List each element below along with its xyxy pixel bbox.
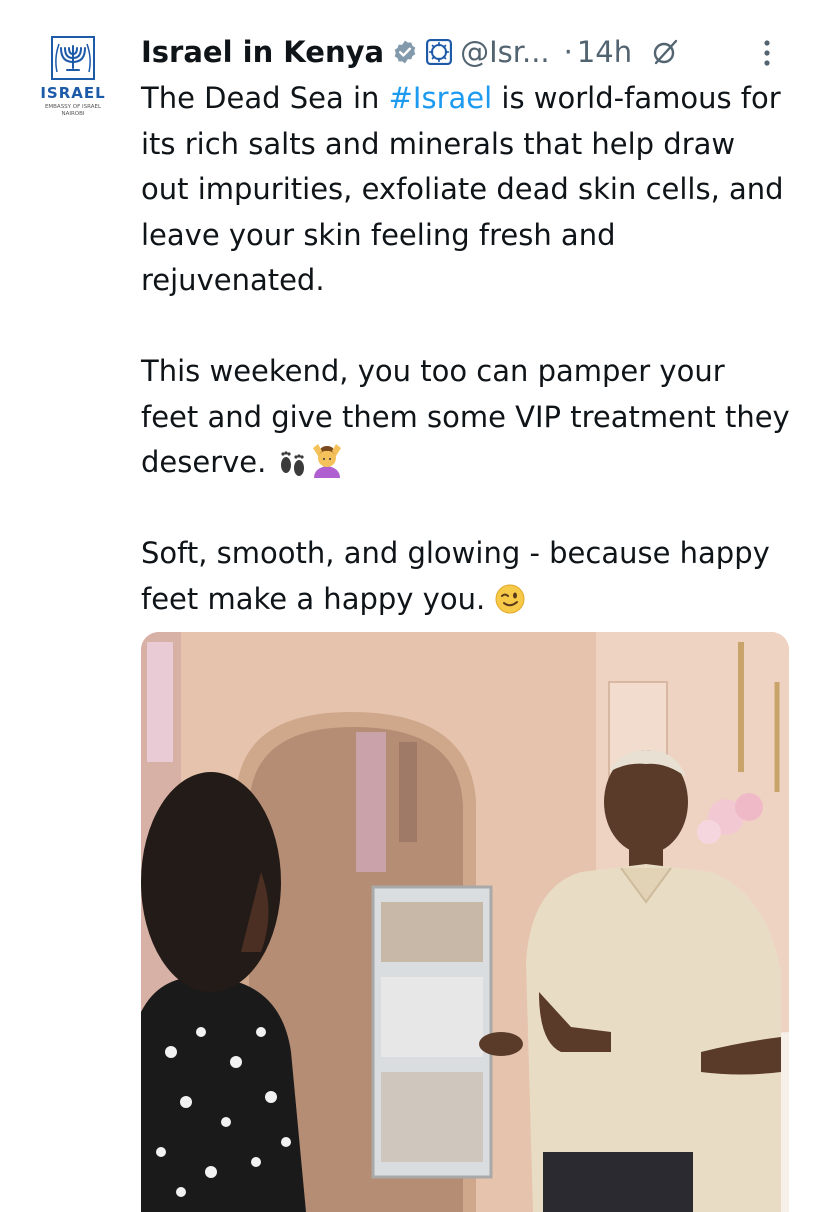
winking-face-emoji [495,584,525,613]
display-name[interactable]: Israel in Kenya [141,35,384,69]
tweet-paragraph-3: Soft, smooth, and glowing - because happ… [141,531,791,622]
footprints-emoji [280,451,304,476]
grok-icon[interactable] [650,37,680,67]
profile-avatar[interactable]: ISRAEL EMBASSY OF ISRAEL NAIROBI [28,36,118,136]
tweet-header: Israel in Kenya @Isr... · 14h [141,30,801,74]
video-still-image [141,632,789,1212]
tweet-media-video[interactable] [141,632,789,1212]
p2-text: This weekend, you too can pamper your fe… [141,354,790,479]
more-vertical-icon[interactable] [763,38,771,68]
avatar-logo-subtext-line2: NAIROBI [61,111,85,117]
hashtag-link[interactable]: #Israel [389,81,493,115]
verified-badge-icon[interactable] [392,39,418,65]
user-handle[interactable]: @Isr... [460,35,550,69]
tweet-timestamp[interactable]: 14h [577,35,632,69]
tweet-paragraph-1: The Dead Sea in #Israel is world-famous … [141,76,791,304]
p3-text: Soft, smooth, and glowing - because happ… [141,536,770,616]
avatar-logo-subtext-line1: EMBASSY OF ISRAEL [44,104,102,110]
woman-getting-massage-emoji [312,444,341,478]
avatar-logo-subtext: EMBASSY OF ISRAEL NAIROBI [45,104,101,118]
tweet-text: The Dead Sea in #Israel is world-famous … [141,76,791,622]
avatar-logo-text: ISRAEL [40,84,106,102]
p1-text-before: The Dead Sea in [141,81,389,115]
government-affiliate-icon[interactable] [426,39,453,65]
menorah-emblem-icon [51,36,95,80]
tweet-paragraph-2: This weekend, you too can pamper your fe… [141,349,791,486]
header-separator: · [563,35,573,69]
